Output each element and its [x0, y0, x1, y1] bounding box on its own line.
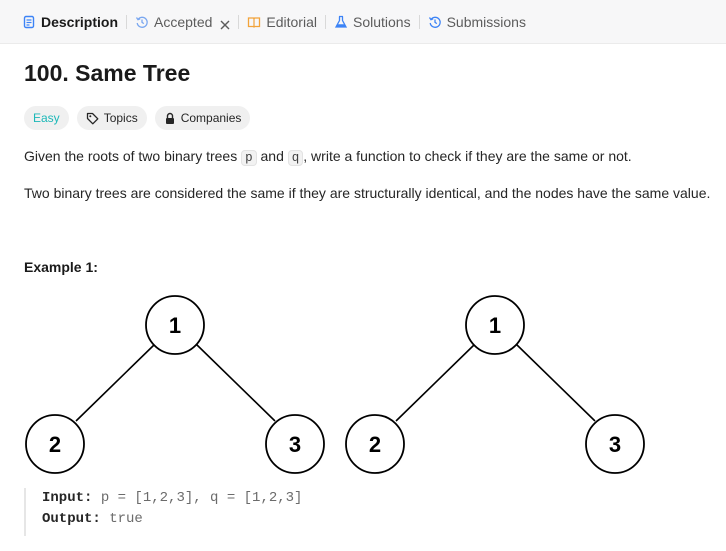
- example-heading: Example 1:: [24, 259, 98, 275]
- example-io-block: Input: p = [1,2,3], q = [1,2,3] Output: …: [24, 488, 424, 536]
- tree-p-edge-left: [75, 343, 156, 422]
- tab-accepted[interactable]: Accepted: [127, 0, 238, 44]
- tab-description-label: Description: [41, 13, 119, 30]
- input-label: Input:: [42, 490, 93, 506]
- tree-p-left-label: 2: [49, 432, 61, 457]
- tab-editorial-label: Editorial: [266, 13, 317, 30]
- tree-p-right-label: 3: [289, 432, 301, 457]
- difficulty-badge: Easy: [24, 106, 69, 130]
- tab-submissions[interactable]: Submissions: [420, 0, 534, 44]
- p1-text-b: and: [256, 148, 288, 164]
- tree-p: 1 2 3: [25, 295, 325, 474]
- tab-description[interactable]: Description: [0, 0, 126, 44]
- tab-solutions-label: Solutions: [352, 13, 411, 30]
- tree-p-root-label: 1: [169, 313, 181, 338]
- close-icon[interactable]: [220, 17, 230, 29]
- problem-title[interactable]: 100. Same Tree: [24, 60, 190, 87]
- companies-label: Companies: [180, 111, 242, 125]
- history-icon: [135, 15, 149, 29]
- example-input-line: Input: p = [1,2,3], q = [1,2,3]: [42, 488, 424, 509]
- history-icon: [428, 15, 442, 29]
- tab-accepted-label: Accepted: [154, 13, 213, 30]
- tab-bar: Description Accepted Editorial Solutions…: [0, 0, 726, 44]
- topics-label: Topics: [103, 111, 138, 125]
- tree-q-edge-left: [395, 343, 476, 422]
- p1-text-a: Given the roots of two binary trees: [24, 148, 242, 164]
- tree-q-right-label: 3: [609, 432, 621, 457]
- output-value: true: [109, 511, 143, 527]
- output-label: Output:: [42, 511, 101, 527]
- tree-q-root-label: 1: [489, 313, 501, 338]
- description-paragraph-2: Two binary trees are considered the same…: [24, 185, 711, 201]
- input-value: p = [1,2,3], q = [1,2,3]: [100, 490, 303, 506]
- example-trees-diagram: 1 2 3 1 2 3: [25, 295, 645, 474]
- lock-icon: [164, 112, 176, 125]
- tab-submissions-label: Submissions: [446, 13, 526, 30]
- p1-text-c: , write a function to check if they are …: [303, 148, 632, 164]
- example-output-line: Output: true: [42, 509, 424, 530]
- tab-solutions[interactable]: Solutions: [326, 0, 419, 44]
- companies-button[interactable]: Companies: [154, 106, 251, 130]
- problem-tags: Easy Topics Companies: [24, 106, 251, 130]
- description-icon: [22, 15, 36, 29]
- tree-q-edge-right: [515, 343, 596, 422]
- description-paragraph-1: Given the roots of two binary trees p an…: [24, 148, 632, 166]
- topics-button[interactable]: Topics: [76, 106, 147, 130]
- inline-code-p: p: [241, 150, 257, 166]
- tab-editorial[interactable]: Editorial: [239, 0, 325, 44]
- inline-code-q: q: [287, 150, 304, 166]
- book-icon: [247, 15, 261, 29]
- flask-icon: [334, 15, 348, 29]
- tree-q-left-label: 2: [369, 432, 381, 457]
- tree-p-edge-right: [195, 343, 276, 422]
- tree-q: 1 2 3: [345, 295, 645, 474]
- tag-icon: [86, 112, 99, 125]
